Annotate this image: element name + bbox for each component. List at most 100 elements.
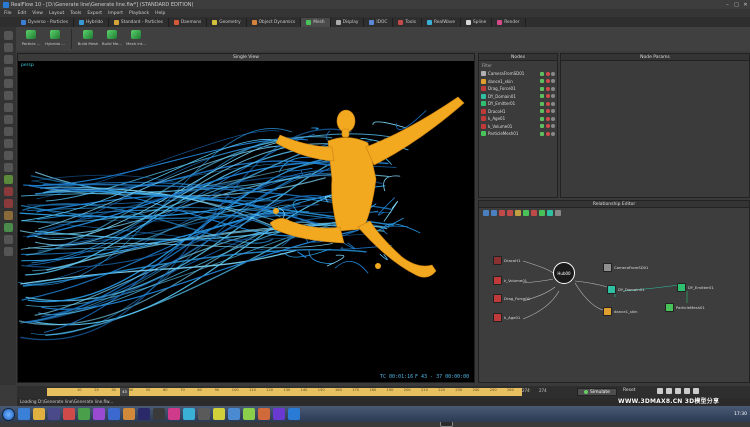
daemon-tool-icon[interactable]: [3, 187, 13, 196]
hub-node[interactable]: Hub00: [553, 262, 575, 284]
app-icon[interactable]: [123, 408, 135, 420]
build-mesh-sequence-button[interactable]: Build Me...: [101, 27, 123, 50]
pencil-icon[interactable]: [3, 91, 13, 100]
app-icon[interactable]: [93, 408, 105, 420]
hybrido-mesh-button[interactable]: Hybrido ...: [44, 27, 66, 50]
play-icon[interactable]: [675, 388, 681, 394]
link-icon[interactable]: [3, 79, 13, 88]
simulation-icon[interactable]: [545, 71, 550, 76]
app-icon[interactable]: [243, 408, 255, 420]
realflow-taskbar-icon[interactable]: [288, 408, 300, 420]
visibility-icon[interactable]: [540, 116, 544, 121]
explorer-icon[interactable]: [33, 408, 45, 420]
lock-icon[interactable]: [551, 94, 555, 99]
node-row[interactable]: Drag_Force01: [481, 85, 555, 93]
lock-icon[interactable]: [551, 116, 555, 121]
relationship-node[interactable]: CameraFromSD01: [603, 263, 648, 272]
camera-icon[interactable]: [3, 235, 13, 244]
simulation-icon[interactable]: [545, 116, 550, 121]
menu-layout[interactable]: Layout: [49, 11, 64, 16]
lock-icon[interactable]: [551, 109, 555, 114]
sphere-icon[interactable]: [3, 115, 13, 124]
simulation-icon[interactable]: [545, 109, 550, 114]
node-row[interactable]: DY_Domain01: [481, 93, 555, 101]
lock-icon[interactable]: [551, 131, 555, 136]
tab-display[interactable]: Display: [331, 17, 365, 27]
ie-icon[interactable]: [18, 408, 30, 420]
lock-icon[interactable]: [551, 79, 555, 84]
node-row[interactable]: k_Age01: [481, 115, 555, 123]
visibility-icon[interactable]: [540, 71, 544, 76]
relationship-node[interactable]: DY_Domain01: [607, 285, 645, 294]
visibility-icon[interactable]: [540, 94, 544, 99]
light-icon[interactable]: [3, 247, 13, 256]
node-row[interactable]: DY_Emitter01: [481, 100, 555, 108]
visibility-icon[interactable]: [540, 124, 544, 129]
node-row[interactable]: CameraFromSD01: [481, 70, 555, 78]
fast-forward-icon[interactable]: [693, 388, 699, 394]
relationship-node[interactable]: k_Volume01: [493, 276, 527, 285]
relationship-node[interactable]: Drag_Force01: [493, 294, 530, 303]
menu-import[interactable]: Import: [108, 11, 123, 16]
node-row[interactable]: dance1_skin: [481, 78, 555, 86]
current-frame-marker[interactable]: 43: [120, 388, 129, 396]
app-icon[interactable]: [153, 408, 165, 420]
simulate-button[interactable]: Simulate: [577, 388, 617, 396]
reset-button[interactable]: Reset: [623, 388, 636, 393]
tab-hybrido[interactable]: Hybrido: [74, 17, 109, 27]
build-mesh-button[interactable]: Build Mesh: [77, 27, 99, 50]
tab-daemons[interactable]: Daemons: [169, 17, 208, 27]
tab-geometry[interactable]: Geometry: [207, 17, 247, 27]
tab-tools[interactable]: Tools: [393, 17, 422, 27]
menu-playback[interactable]: Playback: [129, 11, 149, 16]
tab-realwave[interactable]: RealWave: [422, 17, 462, 27]
select-icon[interactable]: [3, 31, 13, 40]
minimize-icon[interactable]: –: [723, 1, 732, 9]
plane-icon[interactable]: [3, 163, 13, 172]
relationship-node[interactable]: ParticleMesh01: [665, 303, 705, 312]
step-forward-icon[interactable]: [684, 388, 690, 394]
emitter-icon[interactable]: [3, 175, 13, 184]
visibility-icon[interactable]: [540, 86, 544, 91]
app-icon[interactable]: [78, 408, 90, 420]
single-view-viewport[interactable]: Single View persp: [17, 53, 475, 427]
rewind-icon[interactable]: [657, 388, 663, 394]
visibility-icon[interactable]: [540, 79, 544, 84]
app-icon[interactable]: [63, 408, 75, 420]
simulation-icon[interactable]: [545, 79, 550, 84]
menu-edit[interactable]: Edit: [18, 11, 27, 16]
tab-dyverso[interactable]: Dyverso - Particles: [16, 17, 75, 27]
tab-render[interactable]: Render: [492, 17, 526, 27]
tab-spline[interactable]: Spline: [461, 17, 493, 27]
relationship-node[interactable]: DY_Emitter01: [677, 283, 714, 292]
relationship-node[interactable]: k_Age01: [493, 313, 520, 322]
menu-help[interactable]: Help: [155, 11, 165, 16]
visibility-icon[interactable]: [540, 101, 544, 106]
simulation-icon[interactable]: [545, 94, 550, 99]
mesh-tool-icon[interactable]: [3, 223, 13, 232]
node-row[interactable]: k_Volume01: [481, 123, 555, 131]
app-icon[interactable]: [168, 408, 180, 420]
visibility-icon[interactable]: [540, 131, 544, 136]
menu-view[interactable]: View: [32, 11, 43, 16]
particle-mesh-button[interactable]: Particle ...: [20, 27, 42, 50]
app-icon[interactable]: [183, 408, 195, 420]
nodes-filter-field[interactable]: Filter: [479, 61, 557, 70]
relationship-node[interactable]: dance1_skin: [603, 307, 638, 316]
app-icon[interactable]: [273, 408, 285, 420]
torus-icon[interactable]: [3, 139, 13, 148]
menu-file[interactable]: File: [4, 11, 12, 16]
mesh-interpolate-button[interactable]: Mesh int...: [125, 27, 147, 50]
app-icon[interactable]: [228, 408, 240, 420]
tab-mesh[interactable]: Mesh: [301, 17, 331, 27]
simulation-icon[interactable]: [545, 124, 550, 129]
tab-idoc[interactable]: IDOC: [364, 17, 394, 27]
lock-icon[interactable]: [551, 71, 555, 76]
app-icon[interactable]: [138, 408, 150, 420]
node-row[interactable]: ParticleMesh01: [481, 130, 555, 138]
node-row[interactable]: DracoH1: [481, 108, 555, 116]
maximize-icon[interactable]: □: [732, 1, 741, 9]
simulation-icon[interactable]: [545, 101, 550, 106]
visibility-icon[interactable]: [540, 109, 544, 114]
lock-icon[interactable]: [551, 124, 555, 129]
